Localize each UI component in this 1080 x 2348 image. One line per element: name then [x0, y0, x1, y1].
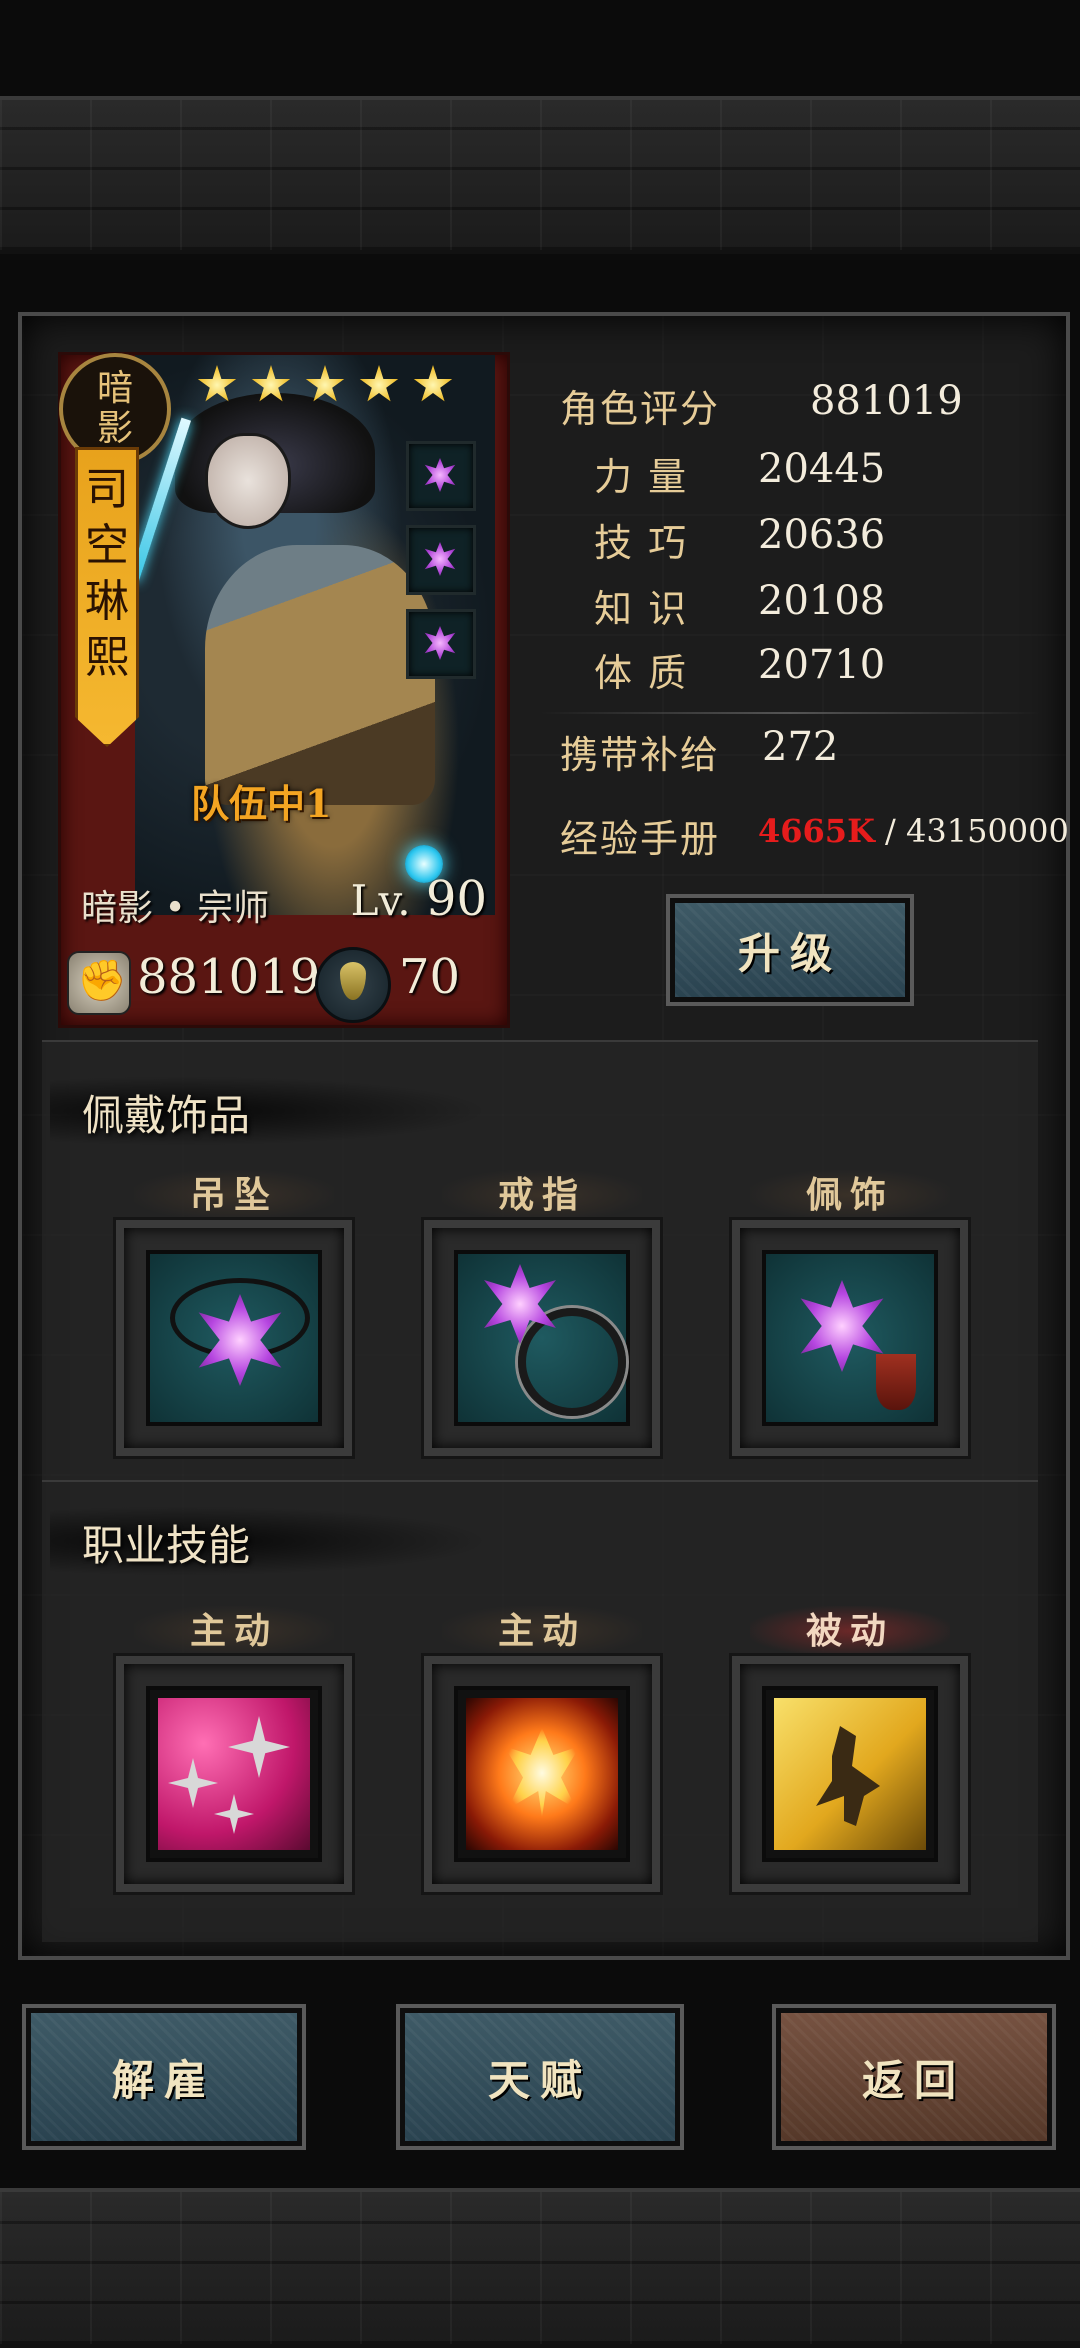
equipped-pendant-mini[interactable]: [406, 441, 476, 511]
phoenix-skill-icon: [466, 1698, 618, 1850]
star-icon: [197, 365, 237, 402]
skills-title: 职业技能: [82, 1521, 251, 1570]
shuriken-shape: [214, 1794, 254, 1834]
skill-slot-2-inner: [454, 1686, 630, 1862]
stat-constitution: 体 质 20710: [594, 642, 1080, 702]
dismiss-button[interactable]: 解雇: [22, 2004, 306, 2150]
hero-name-banner: 司 空 琳 熙: [75, 447, 139, 747]
power-row: 881019 70: [61, 943, 507, 1023]
supply-drop-icon: [315, 947, 391, 1023]
equipped-ornament-mini[interactable]: [406, 609, 476, 679]
upgrade-button[interactable]: 升级: [666, 894, 914, 1006]
skill-slot-1[interactable]: [113, 1653, 355, 1895]
skill-label: 技 巧: [594, 521, 689, 565]
talent-button[interactable]: 天赋: [396, 2004, 684, 2150]
hero-name-char: 熙: [85, 632, 129, 683]
hero-portrait-card: 暗 影 司 空 琳 熙 队伍中1 暗影 • 宗师 Lv. 90 881019 7…: [58, 352, 510, 1028]
star-icon: [413, 365, 453, 402]
ornament-slot-label: 佩饰: [750, 1170, 950, 1220]
shuriken-shape: [168, 1758, 218, 1808]
bottom-stone-border: [0, 2188, 1080, 2348]
ornament-slot[interactable]: [729, 1217, 971, 1459]
class-seal-char: 影: [96, 408, 133, 449]
ornament-icon: [424, 626, 456, 660]
rating-value: 881019: [810, 378, 963, 424]
top-stone-border: [0, 96, 1080, 254]
phoenix-shape: [504, 1728, 580, 1818]
skill-3-type-label: 被动: [750, 1606, 950, 1656]
ornament-icon: [800, 1280, 884, 1372]
level-value: 90: [425, 871, 487, 927]
stat-exp: 经验手册 4665K / 43150000: [560, 808, 1069, 868]
dash-skill-icon: [774, 1698, 926, 1850]
fist-icon: [67, 951, 131, 1015]
level-display: Lv. 90: [351, 871, 487, 927]
skill-2-type-label: 主动: [442, 1606, 642, 1656]
pendant-slot-label: 吊坠: [134, 1170, 334, 1220]
ornament-slot-inner: [762, 1250, 938, 1426]
back-button[interactable]: 返回: [772, 2004, 1056, 2150]
runner-shape: [816, 1726, 880, 1826]
pendant-icon: [424, 458, 456, 492]
star-icon: [251, 365, 291, 402]
knowledge-value: 20108: [758, 578, 886, 624]
exp-values: 4665K / 43150000: [758, 812, 1069, 850]
team-position-label: 队伍中1: [191, 781, 332, 826]
ring-slot-inner: [454, 1250, 630, 1426]
pendant-slot[interactable]: [113, 1217, 355, 1459]
knowledge-label: 知 识: [594, 587, 689, 631]
hero-name-char: 琳: [85, 576, 129, 627]
skill-slot-3[interactable]: [729, 1653, 971, 1895]
class-seal-char: 暗: [96, 368, 133, 409]
accessories-title: 佩戴饰品: [82, 1091, 251, 1140]
star-icon: [305, 365, 345, 402]
skill-slot-2[interactable]: [421, 1653, 663, 1895]
stat-knowledge: 知 识 20108: [594, 578, 1080, 638]
constitution-value: 20710: [758, 642, 886, 688]
shuriken-skill-icon: [158, 1698, 310, 1850]
skill-1-type-label: 主动: [134, 1606, 334, 1656]
ring-icon: [424, 542, 456, 576]
exp-total: / 43150000: [885, 812, 1069, 850]
level-prefix: Lv.: [350, 876, 411, 925]
skill-slot-1-inner: [146, 1686, 322, 1862]
supply-label: 携带补给: [560, 733, 721, 777]
exp-label: 经验手册: [560, 817, 721, 861]
pendant-slot-inner: [146, 1250, 322, 1426]
skill-value: 20636: [758, 512, 886, 558]
stat-skill: 技 巧 20636: [594, 512, 1080, 572]
ring-band: [518, 1308, 626, 1416]
class-rank-label: 暗影 • 宗师: [81, 888, 270, 929]
hero-body-art: [205, 545, 435, 805]
exp-current: 4665K: [758, 812, 875, 850]
equipped-ring-mini[interactable]: [406, 525, 476, 595]
stat-supply: 携带补给 272: [560, 724, 1080, 784]
ring-slot[interactable]: [421, 1217, 663, 1459]
combat-power-value: 881019: [137, 949, 321, 1005]
hero-name-char: 空: [85, 520, 129, 571]
supply-value: 272: [762, 724, 839, 770]
constitution-label: 体 质: [594, 651, 689, 695]
ornament-tassel: [876, 1354, 916, 1410]
stats-divider: [540, 712, 1040, 714]
star-icon: [359, 365, 399, 402]
strength-value: 20445: [758, 446, 886, 492]
shuriken-shape: [228, 1716, 290, 1778]
skill-slot-3-inner: [762, 1686, 938, 1862]
stat-strength: 力 量 20445: [594, 446, 1080, 506]
stat-rating: 角色评分 881019: [560, 378, 1080, 438]
rating-label: 角色评分: [560, 387, 721, 431]
supply-icon-value: 70: [399, 949, 461, 1005]
strength-label: 力 量: [594, 455, 689, 499]
star-rating: [197, 365, 453, 405]
hero-mask-art: [205, 433, 291, 529]
hero-name-char: 司: [85, 464, 129, 515]
ring-slot-label: 戒指: [442, 1170, 642, 1220]
